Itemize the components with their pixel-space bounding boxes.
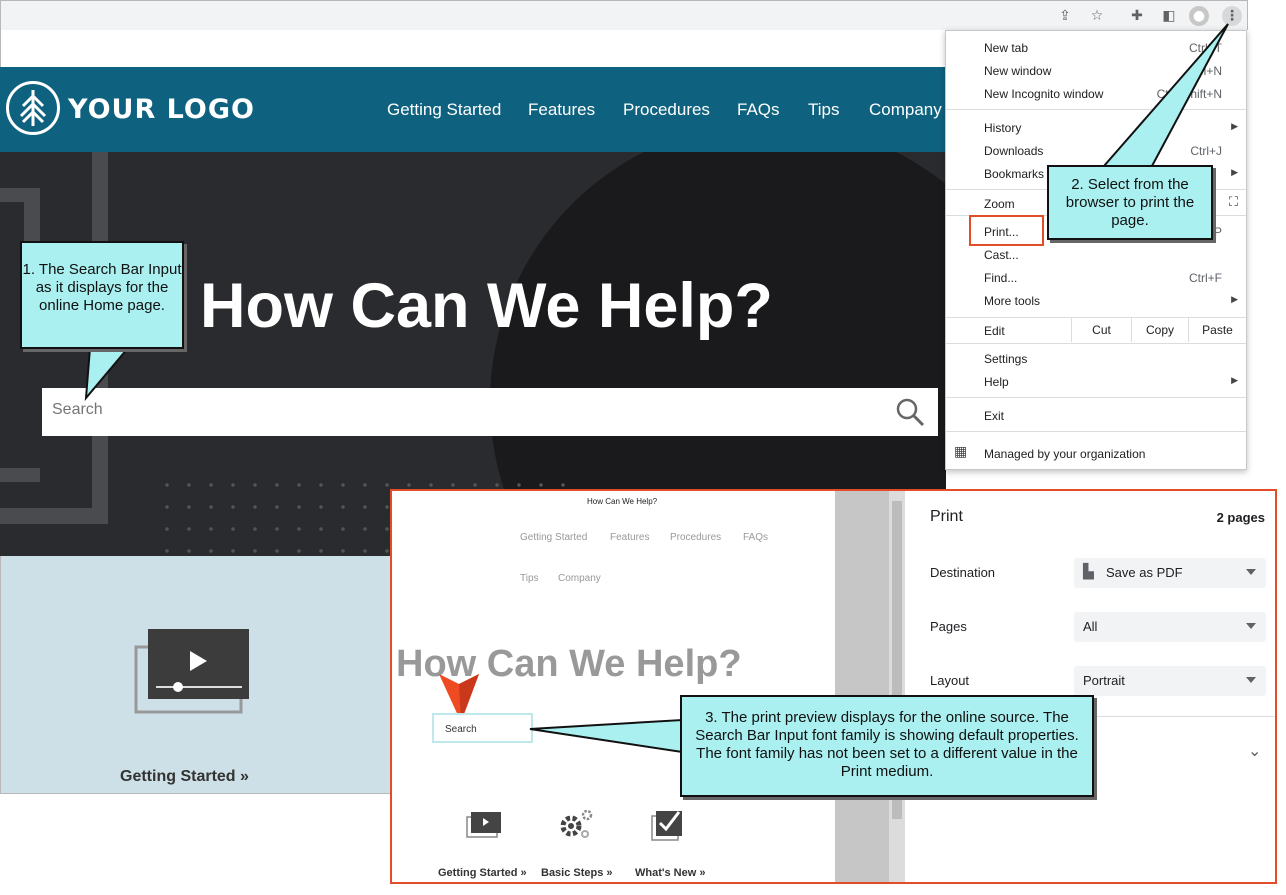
callout-3: 3. The print preview displays for the on… xyxy=(680,695,1094,797)
callout-3-text: 3. The print preview displays for the on… xyxy=(695,709,1079,780)
callout-2-text: 2. Select from the browser to print the … xyxy=(1065,176,1195,229)
callout-1: 1. The Search Bar Input as it displays f… xyxy=(20,241,184,349)
callout-1-text: 1. The Search Bar Input as it displays f… xyxy=(22,261,182,314)
callout-2: 2. Select from the browser to print the … xyxy=(1047,165,1213,240)
